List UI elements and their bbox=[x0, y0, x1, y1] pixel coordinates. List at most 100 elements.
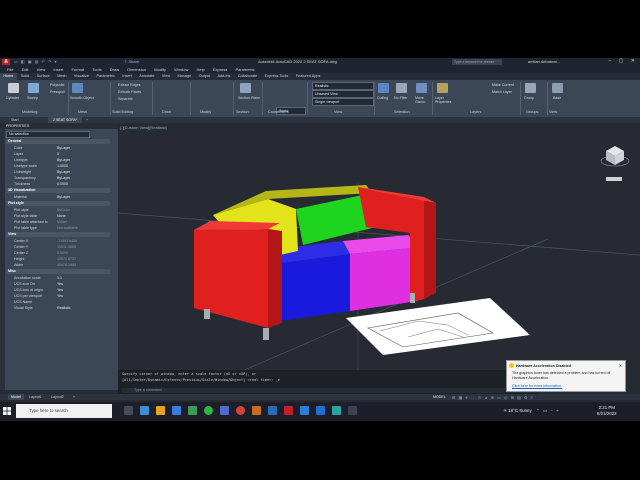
selection-dropdown[interactable]: No selection bbox=[6, 131, 90, 138]
panel-title-mesh[interactable]: Mesh bbox=[78, 110, 87, 114]
autocad-taskbar-icon[interactable] bbox=[284, 406, 293, 415]
file-explorer-icon[interactable] bbox=[156, 406, 165, 415]
model-space-toggle[interactable]: MODEL bbox=[433, 394, 446, 400]
system-tray-icons[interactable]: ⌃ ▭ ◔ ⌁ bbox=[536, 408, 560, 414]
tab-solid[interactable]: Solid bbox=[18, 73, 33, 80]
group-icon[interactable] bbox=[525, 83, 536, 93]
tab-insert[interactable]: Insert bbox=[119, 73, 135, 80]
panel-title-draw[interactable]: Draw bbox=[162, 110, 171, 114]
filter-icon[interactable] bbox=[396, 83, 407, 93]
panel-title-layers[interactable]: Layers bbox=[470, 110, 481, 114]
windows-start-icon[interactable] bbox=[3, 407, 11, 415]
panel-title-solid-editing[interactable]: Solid Editing bbox=[112, 110, 133, 114]
share-button[interactable]: ⇪ Share bbox=[124, 59, 139, 64]
make-current-button[interactable]: Make Current bbox=[492, 83, 514, 87]
app-icon[interactable] bbox=[316, 406, 325, 415]
drawing-viewport[interactable]: [-][Custom View][Realistic] bbox=[117, 123, 640, 392]
close-icon[interactable]: ✕ bbox=[619, 363, 622, 368]
menu-draw[interactable]: Draw bbox=[110, 66, 119, 73]
edge-browser-icon[interactable] bbox=[140, 406, 149, 415]
tab-start[interactable]: Start bbox=[11, 118, 19, 122]
tab-layout2[interactable]: Layout2 bbox=[48, 394, 67, 400]
app-icon[interactable] bbox=[188, 406, 197, 415]
menu-dimension[interactable]: Dimension bbox=[127, 66, 146, 73]
property-value[interactable]: Realistic bbox=[57, 305, 71, 311]
visual-style-dropdown[interactable]: Realistic bbox=[312, 82, 374, 90]
panel-title-view-2[interactable]: View bbox=[549, 110, 557, 114]
command-input[interactable]: Type a command bbox=[122, 388, 544, 393]
menu-file[interactable]: File bbox=[7, 66, 13, 73]
weather-widget[interactable]: ☀ 18°C Sunny bbox=[503, 408, 532, 414]
tab-add-ins[interactable]: Add-ins bbox=[214, 73, 233, 80]
culling-icon[interactable] bbox=[378, 83, 389, 93]
chrome-icon[interactable] bbox=[236, 406, 245, 415]
presspull-button[interactable]: Presspull bbox=[50, 90, 65, 94]
app-icon[interactable] bbox=[348, 406, 357, 415]
app-icon[interactable] bbox=[268, 406, 277, 415]
property-row[interactable]: Plot table type Not available bbox=[8, 225, 110, 231]
app-icon[interactable] bbox=[300, 406, 309, 415]
model-space-canvas[interactable] bbox=[117, 123, 640, 392]
menu-format[interactable]: Format bbox=[71, 66, 84, 73]
menu-tools[interactable]: Tools bbox=[92, 66, 101, 73]
help-search-input[interactable]: Type a keyword or phrase bbox=[452, 59, 502, 65]
panel-title-view[interactable]: View bbox=[334, 110, 342, 114]
menu-express[interactable]: Express bbox=[213, 66, 227, 73]
polysolid-button[interactable]: Polysolid bbox=[50, 83, 64, 87]
panel-title-groups[interactable]: Groups bbox=[526, 110, 538, 114]
match-layer-button[interactable]: Match Layer bbox=[492, 90, 512, 94]
quick-access-toolbar[interactable]: ▭ ◧ ▣ ▤ ↶ ↷ ▾ bbox=[14, 59, 58, 64]
section-plane-icon[interactable] bbox=[240, 83, 251, 93]
sweep-icon[interactable] bbox=[28, 83, 39, 93]
move-gizmo-icon[interactable] bbox=[416, 83, 427, 93]
taskbar-clock[interactable]: 2:21 PM 6/21/2022 bbox=[597, 405, 617, 417]
viewport-config-dropdown[interactable]: Single viewport bbox=[312, 98, 374, 106]
separate-button[interactable]: Separate bbox=[118, 97, 133, 101]
menu-insert[interactable]: Insert bbox=[53, 66, 63, 73]
window-controls[interactable]: – ▢ ✕ bbox=[609, 58, 638, 64]
palette-side-strip[interactable] bbox=[0, 129, 5, 390]
property-row[interactable]: Thickness 0.0000 bbox=[8, 181, 110, 187]
properties-section-header[interactable]: General bbox=[6, 139, 110, 144]
user-account[interactable]: amilan.debabrat... bbox=[528, 59, 560, 64]
tab-visualize[interactable]: Visualize bbox=[71, 73, 93, 80]
smooth-object-icon[interactable] bbox=[72, 83, 83, 93]
task-view-icon[interactable] bbox=[124, 406, 133, 415]
tab-collaborate[interactable]: Collaborate bbox=[235, 73, 261, 80]
menu-edit[interactable]: Edit bbox=[22, 66, 29, 73]
app-icon[interactable] bbox=[220, 406, 229, 415]
base-view-icon[interactable] bbox=[552, 83, 563, 93]
app-icon[interactable] bbox=[332, 406, 341, 415]
property-row[interactable]: Material ByLayer bbox=[8, 194, 110, 200]
property-value[interactable]: Not available bbox=[57, 225, 78, 231]
properties-section-header[interactable]: View bbox=[6, 232, 110, 237]
tab-mesh[interactable]: Mesh bbox=[54, 73, 70, 80]
extrude-faces-button[interactable]: Extrude Faces bbox=[118, 90, 141, 94]
tab-featured-apps[interactable]: Featured Apps bbox=[293, 73, 324, 80]
tab-manage[interactable]: Manage bbox=[174, 73, 194, 80]
layer-properties-icon[interactable] bbox=[437, 83, 448, 93]
properties-section-header[interactable]: 3D Visualization bbox=[6, 188, 110, 193]
property-value[interactable]: 45978.1993 bbox=[57, 262, 76, 268]
cylinder-icon[interactable] bbox=[8, 83, 19, 93]
tab-surface[interactable]: Surface bbox=[33, 73, 52, 80]
notification-link[interactable]: Click here for more information. bbox=[512, 384, 562, 388]
menu-modify[interactable]: Modify bbox=[154, 66, 166, 73]
autocad-app-icon[interactable]: A bbox=[2, 59, 10, 65]
panel-title-modeling[interactable]: Modeling bbox=[22, 110, 37, 114]
viewport-controls-label[interactable]: [-][Custom View][Realistic] bbox=[120, 125, 167, 130]
named-view-dropdown[interactable]: Unsaved View bbox=[312, 90, 374, 98]
properties-section-header[interactable]: Plot style bbox=[6, 201, 110, 206]
taskbar-search-input[interactable]: Type here to search bbox=[16, 404, 112, 418]
property-value[interactable]: 0.0000 bbox=[57, 181, 68, 187]
store-icon[interactable] bbox=[172, 406, 181, 415]
property-value[interactable]: ByLayer bbox=[57, 194, 70, 200]
property-row[interactable]: Width 45978.1993 bbox=[8, 262, 110, 268]
tab-annotate[interactable]: Annotate bbox=[136, 73, 158, 80]
whatsapp-icon[interactable] bbox=[204, 406, 213, 415]
panel-title-modify[interactable]: Modify bbox=[200, 110, 211, 114]
panel-title-coordinates[interactable]: Coordinates bbox=[268, 110, 288, 114]
properties-section-header[interactable]: Misc bbox=[6, 269, 110, 274]
menu-window[interactable]: Window bbox=[174, 66, 188, 73]
tab-output[interactable]: Output bbox=[195, 73, 213, 80]
